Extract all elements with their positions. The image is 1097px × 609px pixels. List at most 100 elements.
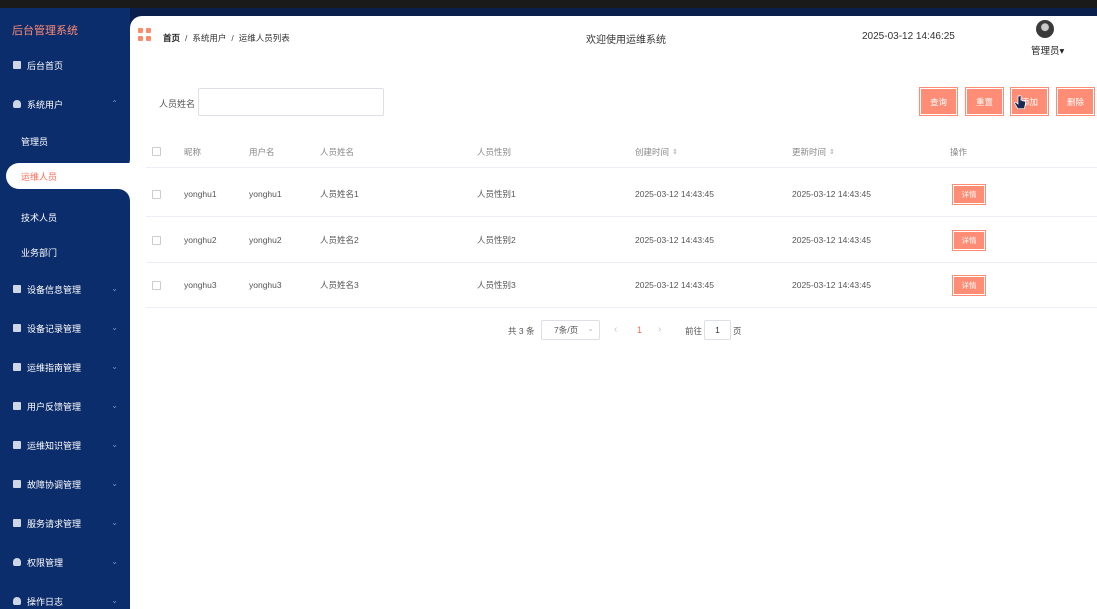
cell-created: 2025-03-12 14:43:45 [635,280,714,290]
pagination-total: 共 3 条 [508,326,535,336]
table-row: yonghu3 yonghu3 人员姓名3 人员性别3 2025-03-12 1… [146,263,1097,308]
row-checkbox[interactable] [152,280,161,290]
sidebar-subitem-business-dept[interactable]: 业务部门 [0,237,130,267]
goto-page-input[interactable] [704,320,731,340]
doc-icon [13,402,21,410]
column-header-gender: 人员性别 [477,146,512,157]
sidebar-item-fault-coordination[interactable]: 故障协调管理 ⌄ [0,468,130,500]
row-checkbox[interactable] [152,235,161,245]
pagination: 共 3 条 7条/页 ⌄ ‹ 1 › 前往 页 [130,320,1097,340]
detail-button[interactable]: 详情 [952,274,986,296]
sort-icon[interactable]: ⇕ [672,148,678,156]
column-header-nickname: 昵称 [184,146,202,157]
breadcrumb-system-users[interactable]: 系统用户 [192,33,226,43]
breadcrumb-current: 运维人员列表 [238,33,290,43]
sidebar-item-label: 用户反馈管理 [27,401,82,412]
detail-button[interactable]: 详情 [952,229,986,251]
chevron-down-icon: ⌄ [111,518,118,527]
row-checkbox[interactable] [152,189,161,199]
sidebar-item-label: 故障协调管理 [27,479,82,490]
sidebar-subitem-admin[interactable]: 管理员 [0,126,130,156]
doc-icon [13,285,21,293]
sidebar-subitem-label: 运维人员 [21,171,58,182]
sidebar-item-label: 设备信息管理 [27,284,82,295]
sidebar-subitem-tech-staff[interactable]: 技术人员 [0,202,130,232]
chevron-up-icon: ⌃ [111,99,118,108]
column-header-updated[interactable]: 更新时间 ⇕ [792,136,835,167]
sidebar-item-user-feedback[interactable]: 用户反馈管理 ⌄ [0,390,130,422]
caret-down-icon: ▾ [1059,46,1065,57]
menu-grid-icon[interactable] [138,28,151,41]
column-header-action: 操作 [950,146,968,157]
page-size-select[interactable]: 7条/页 ⌄ [541,320,600,340]
detail-button[interactable]: 详情 [952,183,986,205]
cell-gender: 人员性别1 [477,189,516,199]
column-header-name: 人员姓名 [320,146,355,157]
chevron-down-icon: ⌄ [111,362,118,371]
cell-name: 人员姓名3 [320,280,359,290]
sidebar-item-system-users[interactable]: 系统用户 ⌃ [0,88,130,120]
chevron-down-icon: ⌄ [111,401,118,410]
chevron-down-icon: ⌄ [111,440,118,449]
sidebar-item-ops-knowledge[interactable]: 运维知识管理 ⌄ [0,429,130,461]
sort-icon[interactable]: ⇕ [829,148,835,156]
user-menu[interactable]: 管理员▾ [1031,43,1064,57]
sidebar-item-permissions[interactable]: 权限管理 ⌄ [0,546,130,578]
doc-icon [13,324,21,332]
app-title: 后台管理系统 [12,25,78,37]
table-row: yonghu1 yonghu1 人员姓名1 人员性别1 2025-03-12 1… [146,172,1097,217]
next-page-button[interactable]: › [658,324,661,335]
column-header-username: 用户名 [249,146,275,157]
column-header-label: 创建时间 [635,146,670,157]
table-header: 昵称 用户名 人员姓名 人员性别 创建时间 ⇕ 更新时间 ⇕ 操作 [146,136,1097,168]
sidebar-item-label: 系统用户 [27,99,64,110]
cell-gender: 人员性别2 [477,235,516,245]
chevron-down-icon: ⌄ [111,596,118,605]
cell-nickname: yonghu1 [184,189,217,199]
cell-created: 2025-03-12 14:43:45 [635,189,714,199]
doc-icon [13,363,21,371]
sidebar-subitem-label: 管理员 [21,136,49,147]
prev-page-button[interactable]: ‹ [614,324,617,335]
query-button[interactable]: 查询 [919,87,958,116]
sidebar: 后台管理系统 后台首页 系统用户 ⌃ 管理员 运维人员 技术人员 业务部门 设备… [0,8,130,609]
sidebar-item-label: 权限管理 [27,557,64,568]
name-search-input[interactable] [198,88,384,116]
breadcrumb-separator: / [231,33,234,43]
sidebar-subitem-label: 业务部门 [21,247,58,258]
sidebar-item-label: 操作日志 [27,596,64,607]
avatar[interactable] [1036,20,1054,38]
page-number-current[interactable]: 1 [637,325,642,335]
active-notch-bottom [118,189,130,202]
chevron-down-icon: ⌄ [111,323,118,332]
doc-icon [13,441,21,449]
welcome-text: 欢迎使用运维系统 [586,35,666,46]
chevron-down-icon: ⌄ [111,284,118,293]
sidebar-item-ops-guide[interactable]: 运维指南管理 ⌄ [0,351,130,383]
goto-label: 前往 [685,326,703,336]
select-all-checkbox[interactable] [152,147,161,156]
cell-nickname: yonghu2 [184,235,217,245]
page-unit-label: 页 [733,326,742,336]
cell-username: yonghu3 [249,280,282,290]
sidebar-item-device-info[interactable]: 设备信息管理 ⌄ [0,273,130,305]
cell-created: 2025-03-12 14:43:45 [635,235,714,245]
sidebar-item-service-request[interactable]: 服务请求管理 ⌄ [0,507,130,539]
user-name-label: 管理员 [1031,46,1060,57]
sidebar-item-label: 运维指南管理 [27,362,82,373]
cell-updated: 2025-03-12 14:43:45 [792,280,871,290]
doc-icon [13,480,21,488]
cell-name: 人员姓名2 [320,235,359,245]
window-top-strip [0,0,1097,8]
breadcrumb-home[interactable]: 首页 [163,33,180,43]
sidebar-item-device-record[interactable]: 设备记录管理 ⌄ [0,312,130,344]
sidebar-item-home[interactable]: 后台首页 [0,49,130,81]
sidebar-item-label: 设备记录管理 [27,323,82,334]
delete-button[interactable]: 删除 [1056,87,1095,116]
sidebar-item-operation-log[interactable]: 操作日志 ⌄ [0,585,130,609]
column-header-created[interactable]: 创建时间 ⇕ [635,136,678,167]
sidebar-subitem-ops-staff[interactable]: 运维人员 [6,163,130,189]
person-icon [13,597,21,605]
watermark: CSDN @vx_CXKF10088 [876,580,1093,601]
reset-button[interactable]: 重置 [965,87,1004,116]
